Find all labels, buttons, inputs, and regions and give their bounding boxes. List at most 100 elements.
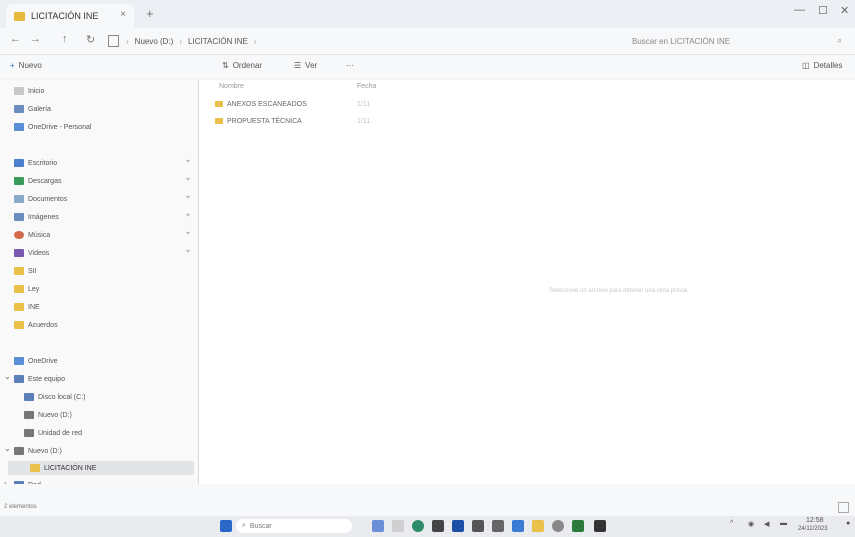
monitor-icon[interactable] [108,35,119,47]
more-options-button[interactable]: ··· [346,61,354,70]
search-input[interactable]: Buscar en LICITACIÓN INE ⌕ [632,32,842,50]
pin-icon: ⌖ [186,158,190,165]
breadcrumb-item-drive[interactable]: Nuevo (D:) [135,37,174,46]
close-window-button[interactable]: ✕ [840,4,849,17]
new-label: Nuevo [18,61,42,70]
sidebar-item-label: Ley [28,285,40,293]
download-icon [14,177,24,185]
tray-chevron-icon[interactable]: ^ [730,520,733,527]
up-button[interactable]: ↑ [62,33,68,45]
taskbar-search-placeholder: Buscar [249,522,272,530]
app-icon[interactable] [552,520,564,532]
battery-icon[interactable]: ▬ [780,520,787,527]
sidebar-item-inicio[interactable]: Inicio [14,84,44,98]
new-tab-button[interactable]: + [146,6,154,21]
sidebar-item-onedrive-personal[interactable]: OneDrive - Personal [14,120,91,134]
forward-button[interactable]: → [30,33,41,45]
sidebar-item-label: Nuevo (D:) [38,411,72,419]
app-icon[interactable] [572,520,584,532]
column-header-nombre[interactable]: Nombre [219,83,244,90]
maximize-button[interactable]: ☐ [818,4,828,17]
column-header-fecha[interactable]: Fecha [357,83,376,90]
sidebar-item-musica[interactable]: Música [14,228,50,242]
sort-button[interactable]: ⇅ Ordenar [222,61,262,70]
refresh-button[interactable]: ↻ [86,33,95,46]
back-button[interactable]: ← [10,33,21,45]
desktop-icon [14,159,24,167]
browser-icon[interactable] [412,520,424,532]
tab-title: LICITACIÓN INE [31,11,99,21]
sidebar-item-sii[interactable]: SII [14,264,37,278]
sidebar-item-descargas[interactable]: Descargas [14,174,61,188]
sidebar-item-videos[interactable]: Videos [14,246,49,260]
app-icon[interactable] [492,520,504,532]
sidebar-item-escritorio[interactable]: Escritorio [14,156,57,170]
sidebar-item-ley[interactable]: Ley [14,282,39,296]
collapse-icon[interactable]: ⌄ [4,444,11,453]
breadcrumb[interactable]: › Nuevo (D:) › LICITACIÓN INE › [126,33,616,49]
file-explorer-icon[interactable] [532,520,544,532]
new-button[interactable]: + Nuevo [10,61,42,70]
folder-icon [14,321,24,329]
search-icon: ⌕ [837,36,842,45]
app-icon[interactable] [512,520,524,532]
item-count: 2 elementos [4,504,37,510]
sidebar-item-nuevo-d[interactable]: Nuevo (D:) [24,408,72,422]
collapse-icon[interactable]: ⌄ [4,372,11,381]
sidebar-item-label: Escritorio [28,159,58,167]
pin-icon: ⌖ [186,176,190,183]
sidebar-item-ine[interactable]: INE [14,300,40,314]
app-icon[interactable] [594,520,606,532]
sidebar-item-onedrive[interactable]: OneDrive [14,354,58,368]
file-row[interactable]: PROPUESTA TÉCNICA [215,115,302,127]
breadcrumb-item-folder[interactable]: LICITACIÓN INE [188,37,248,46]
command-bar: + Nuevo ⇅ Ordenar ☰ Ver ··· ◫ Detalles [0,55,855,79]
sidebar-item-unidad-red[interactable]: Unidad de red [24,426,82,440]
sidebar-item-galeria[interactable]: Galería [14,102,51,116]
layout-toggle-icon[interactable] [838,502,849,513]
network-tray-icon[interactable]: ◉ [748,520,754,528]
notification-icon[interactable]: ● [846,520,850,527]
details-button[interactable]: ◫ Detalles [802,61,842,70]
home-icon [14,87,24,95]
sidebar-item-label: Documentos [28,195,68,203]
sidebar-item-label: Descargas [28,177,62,185]
sidebar-item-acuerdos[interactable]: Acuerdos [14,318,58,332]
sidebar-item-label: Videos [28,249,50,257]
minimize-button[interactable]: — [794,4,805,16]
clock-date[interactable]: 24/11/2023 [798,526,828,532]
view-button[interactable]: ☰ Ver [294,61,317,70]
status-bar: 2 elementos [0,484,855,516]
sidebar-item-label: Unidad de red [38,429,82,437]
sidebar-item-nuevo-d-expanded[interactable]: Nuevo (D:) [14,444,62,458]
sidebar-item-label: Disco local (C:) [38,393,86,401]
start-icon[interactable] [220,520,232,532]
app-icon[interactable] [432,520,444,532]
sidebar-item-label: Imágenes [28,213,59,221]
task-view-icon[interactable] [392,520,404,532]
chevron-right-icon: › [179,36,183,46]
app-icon[interactable] [452,520,464,532]
sidebar-item-label: Galería [28,105,51,113]
sidebar-item-label: Acuerdos [28,321,58,329]
details-icon: ◫ [802,61,810,70]
volume-icon[interactable]: ◀ [764,520,769,528]
taskbar: ⌕ Buscar ^ ◉ ◀ ▬ 12:58 24/11/2023 ● [0,516,855,537]
sidebar-item-licitacion-ine[interactable]: LICITACIÓN INE [30,461,96,475]
close-tab-icon[interactable]: × [120,9,126,20]
sidebar-item-documentos[interactable]: Documentos [14,192,67,206]
sidebar-item-imagenes[interactable]: Imágenes [14,210,59,224]
clock-time[interactable]: 12:58 [806,517,824,524]
sidebar-item-este-equipo[interactable]: Este equipo [14,372,65,386]
widgets-icon[interactable] [372,520,384,532]
folder-icon [14,11,25,21]
pin-icon: ⌖ [186,194,190,201]
preview-hint: Seleccione un archivo para obtener una v… [549,288,689,294]
app-icon[interactable] [472,520,484,532]
music-icon [14,231,24,239]
sidebar-item-disco-c[interactable]: Disco local (C:) [24,390,85,404]
file-date: 1/11 [357,101,371,108]
file-row[interactable]: ANEXOS ESCANEADOS [215,98,307,110]
taskbar-search-input[interactable]: ⌕ Buscar [236,519,352,533]
tab-licitacion[interactable]: LICITACIÓN INE × [6,4,134,28]
